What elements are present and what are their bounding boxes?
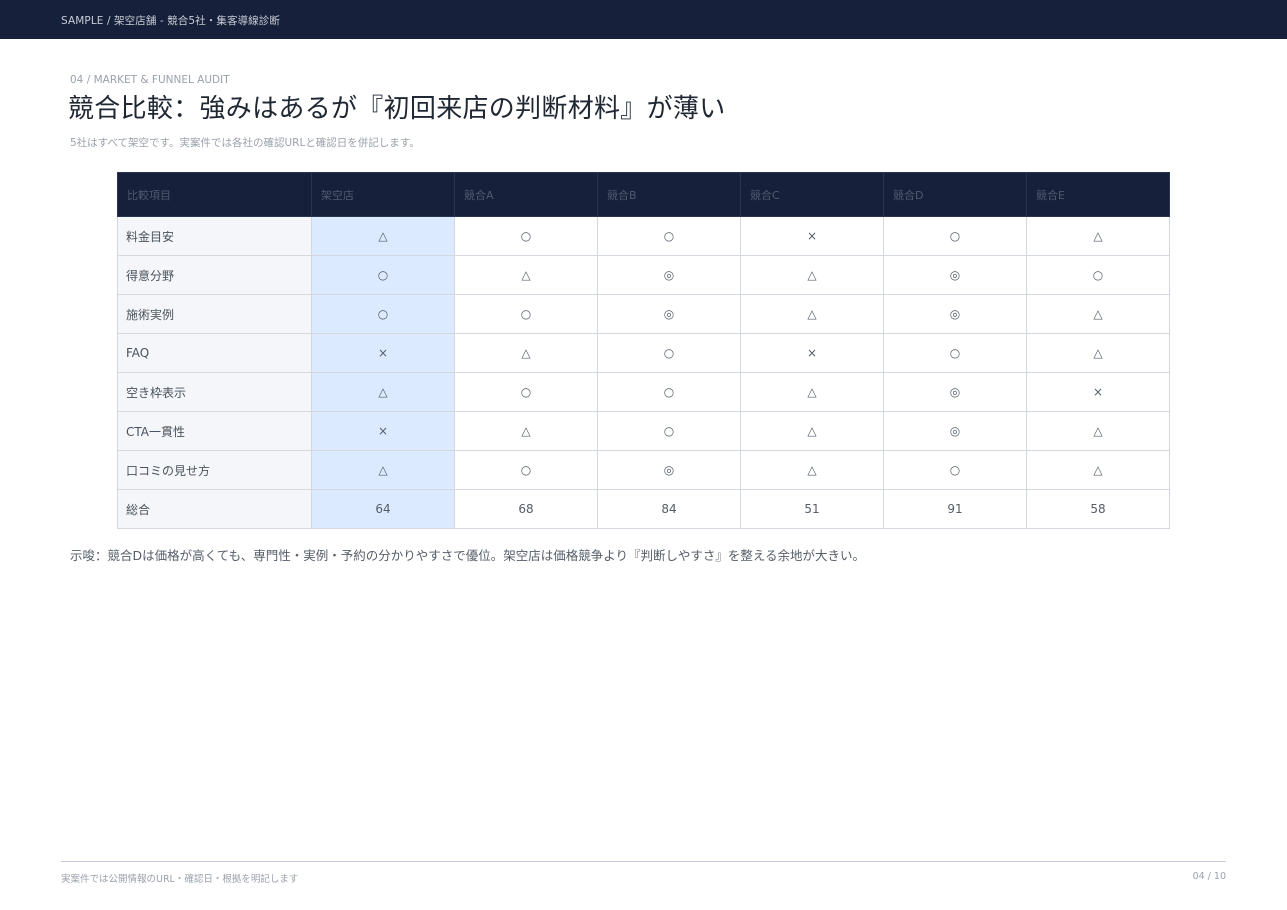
value-cell: 91 bbox=[883, 489, 1027, 529]
value-cell: ◎ bbox=[883, 372, 1027, 412]
header-cell: 競合E bbox=[1026, 172, 1170, 217]
row-label: 得意分野 bbox=[117, 255, 312, 295]
value-cell: ◎ bbox=[883, 411, 1027, 451]
highlight-cell: × bbox=[311, 333, 455, 373]
row-label: 施術実例 bbox=[117, 294, 312, 334]
value-cell: △ bbox=[740, 294, 884, 334]
row-label: FAQ bbox=[117, 333, 312, 373]
value-cell: △ bbox=[454, 411, 598, 451]
value-cell: △ bbox=[1026, 333, 1170, 373]
value-cell: ◎ bbox=[883, 294, 1027, 334]
value-cell: △ bbox=[454, 333, 598, 373]
value-cell: △ bbox=[1026, 294, 1170, 334]
header-cell: 比較項目 bbox=[117, 172, 312, 217]
value-cell: ◎ bbox=[597, 294, 741, 334]
header-cell: 架空店 bbox=[311, 172, 455, 217]
value-cell: ◎ bbox=[597, 450, 741, 490]
table-row: 口コミの見せ方 △ ○ ◎ △ ○ △ bbox=[117, 450, 1170, 490]
value-cell: △ bbox=[740, 372, 884, 412]
header-cell: 競合B bbox=[597, 172, 741, 217]
value-cell: △ bbox=[740, 255, 884, 295]
table-row: 得意分野 ○ △ ◎ △ ◎ ○ bbox=[117, 255, 1170, 295]
page-title: 競合比較：強みはあるが『初回来店の判断材料』が薄い bbox=[68, 94, 726, 124]
value-cell: 51 bbox=[740, 489, 884, 529]
value-cell: ○ bbox=[597, 216, 741, 256]
section-eyebrow: 04 / MARKET & FUNNEL AUDIT bbox=[70, 74, 230, 86]
table-header-row: 比較項目 架空店 競合A 競合B 競合C 競合D 競合E bbox=[117, 172, 1170, 217]
value-cell: × bbox=[740, 333, 884, 373]
highlight-cell: 64 bbox=[311, 489, 455, 529]
value-cell: ○ bbox=[597, 411, 741, 451]
value-cell: ○ bbox=[597, 333, 741, 373]
comparison-table: 比較項目 架空店 競合A 競合B 競合C 競合D 競合E 料金目安 △ ○ ○ × ○ △ 得… bbox=[117, 172, 1170, 529]
highlight-cell: △ bbox=[311, 372, 455, 412]
row-label: CTA一貫性 bbox=[117, 411, 312, 451]
value-cell: ○ bbox=[597, 372, 741, 412]
value-cell: ○ bbox=[883, 450, 1027, 490]
value-cell: ◎ bbox=[883, 255, 1027, 295]
row-label: 総合 bbox=[117, 489, 312, 529]
header-cell: 競合C bbox=[740, 172, 884, 217]
footer-divider bbox=[61, 861, 1226, 862]
value-cell: ○ bbox=[454, 450, 598, 490]
table-row: CTA一貫性 × △ ○ △ ◎ △ bbox=[117, 411, 1170, 451]
value-cell: ○ bbox=[454, 294, 598, 334]
row-label: 料金目安 bbox=[117, 216, 312, 256]
value-cell: ○ bbox=[883, 216, 1027, 256]
row-label: 空き枠表示 bbox=[117, 372, 312, 412]
value-cell: △ bbox=[740, 411, 884, 451]
value-cell: 58 bbox=[1026, 489, 1170, 529]
value-cell: △ bbox=[740, 450, 884, 490]
table-row: 空き枠表示 △ ○ ○ △ ◎ × bbox=[117, 372, 1170, 412]
value-cell: 68 bbox=[454, 489, 598, 529]
value-cell: △ bbox=[1026, 450, 1170, 490]
value-cell: △ bbox=[1026, 411, 1170, 451]
breadcrumb: SAMPLE / 架空店舗 - 競合5社・集客導線診断 bbox=[61, 15, 280, 27]
value-cell: ○ bbox=[883, 333, 1027, 373]
header-cell: 競合A bbox=[454, 172, 598, 217]
page-subtitle: 5社はすべて架空です。実案件では各社の確認URLと確認日を併記します。 bbox=[70, 137, 420, 149]
value-cell: ○ bbox=[1026, 255, 1170, 295]
header-cell: 競合D bbox=[883, 172, 1027, 217]
highlight-cell: ○ bbox=[311, 294, 455, 334]
table-row: 総合 64 68 84 51 91 58 bbox=[117, 489, 1170, 529]
row-label: 口コミの見せ方 bbox=[117, 450, 312, 490]
value-cell: ◎ bbox=[597, 255, 741, 295]
highlight-cell: △ bbox=[311, 216, 455, 256]
page-number: 04 / 10 bbox=[1192, 871, 1226, 882]
value-cell: ○ bbox=[454, 216, 598, 256]
value-cell: × bbox=[1026, 372, 1170, 412]
table-row: FAQ × △ ○ × ○ △ bbox=[117, 333, 1170, 373]
table-row: 施術実例 ○ ○ ◎ △ ◎ △ bbox=[117, 294, 1170, 334]
highlight-cell: ○ bbox=[311, 255, 455, 295]
highlight-cell: × bbox=[311, 411, 455, 451]
value-cell: 84 bbox=[597, 489, 741, 529]
value-cell: ○ bbox=[454, 372, 598, 412]
insight-text: 示唆：競合Dは価格が高くても、専門性・実例・予約の分かりやすさで優位。架空店は価… bbox=[70, 548, 866, 563]
value-cell: △ bbox=[454, 255, 598, 295]
highlight-cell: △ bbox=[311, 450, 455, 490]
table-row: 料金目安 △ ○ ○ × ○ △ bbox=[117, 216, 1170, 256]
footer-note: 実案件では公開情報のURL・確認日・根拠を明記します bbox=[61, 874, 299, 885]
value-cell: × bbox=[740, 216, 884, 256]
value-cell: △ bbox=[1026, 216, 1170, 256]
top-bar: SAMPLE / 架空店舗 - 競合5社・集客導線診断 bbox=[0, 0, 1287, 39]
